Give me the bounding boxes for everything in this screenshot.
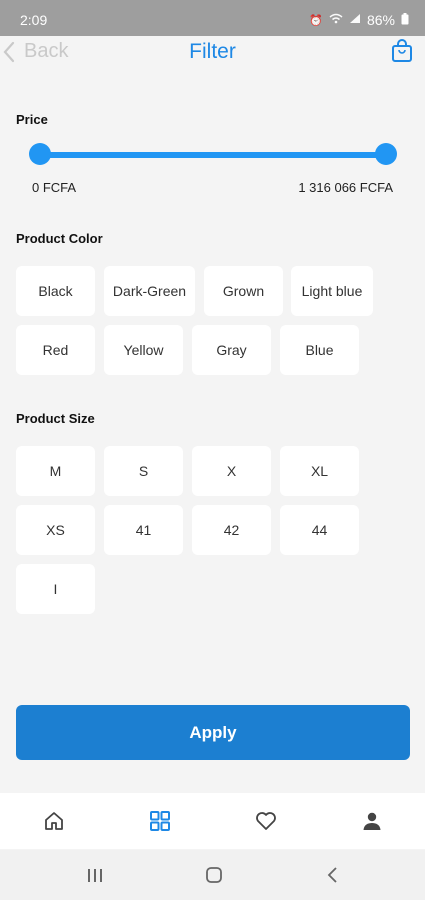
price-title: Price: [16, 112, 48, 127]
color-chip[interactable]: Dark-Green: [104, 266, 195, 316]
price-slider-min-handle[interactable]: [29, 143, 51, 165]
size-chip[interactable]: XL: [280, 446, 359, 496]
size-title: Product Size: [16, 411, 95, 426]
recent-apps-icon[interactable]: [86, 865, 104, 885]
color-chip[interactable]: Light blue: [291, 266, 373, 316]
color-chip[interactable]: Red: [16, 325, 95, 375]
status-icons: ⏰ 86%: [309, 12, 409, 28]
size-chip[interactable]: 41: [104, 505, 183, 555]
color-chip[interactable]: Black: [16, 266, 95, 316]
home-icon[interactable]: [42, 809, 66, 833]
size-chip[interactable]: S: [104, 446, 183, 496]
size-chip[interactable]: 42: [192, 505, 271, 555]
size-chip[interactable]: 44: [280, 505, 359, 555]
bottom-nav: [0, 793, 425, 849]
battery-percent: 86%: [366, 12, 395, 28]
color-chip[interactable]: Grown: [204, 266, 283, 316]
color-chip[interactable]: Yellow: [104, 325, 183, 375]
home-button-icon[interactable]: [204, 865, 224, 885]
alarm-icon: ⏰: [309, 14, 323, 27]
size-chip[interactable]: I: [16, 564, 95, 614]
size-chip[interactable]: XS: [16, 505, 95, 555]
signal-icon: [349, 13, 361, 27]
price-slider-max-handle[interactable]: [375, 143, 397, 165]
price-max-label: 1 316 066 FCFA: [298, 180, 393, 195]
price-min-label: 0 FCFA: [32, 180, 77, 195]
wifi-icon: [329, 13, 343, 27]
color-chip[interactable]: Blue: [280, 325, 359, 375]
app-bar: Back Filter: [0, 36, 425, 70]
back-nav-icon[interactable]: [326, 865, 340, 885]
color-chip[interactable]: Gray: [192, 325, 271, 375]
page-title: Filter: [189, 40, 236, 63]
grid-icon[interactable]: [148, 809, 172, 833]
shopping-bag-icon[interactable]: [391, 39, 413, 63]
status-time: 2:09: [20, 12, 48, 28]
size-chip[interactable]: M: [16, 446, 95, 496]
system-nav-bar: [0, 850, 425, 900]
heart-icon[interactable]: [254, 809, 278, 833]
person-icon[interactable]: [360, 809, 384, 833]
size-chip[interactable]: X: [192, 446, 271, 496]
price-slider-track[interactable]: [40, 152, 386, 158]
color-title: Product Color: [16, 231, 103, 246]
apply-button[interactable]: Apply: [16, 705, 410, 760]
status-bar: 2:09 ⏰ 86%: [0, 0, 425, 36]
battery-icon: [401, 12, 409, 28]
